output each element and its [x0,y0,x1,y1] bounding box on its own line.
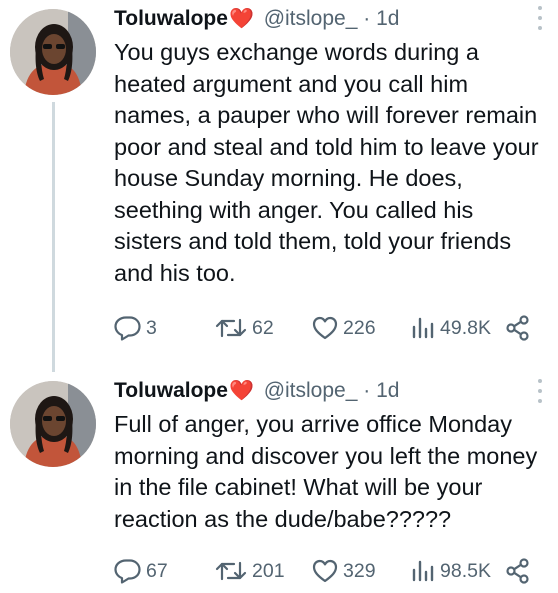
retweet-button[interactable]: 201 [214,556,285,586]
more-options-icon[interactable] [536,6,544,30]
views-button[interactable]: 98.5K [410,556,491,586]
tweet-text: Full of anger, you arrive office Monday … [114,411,538,532]
reply-icon [114,559,141,584]
tweet[interactable]: Toluwalope❤️ @itslope_ · 1d Full of ange… [0,365,558,593]
like-button[interactable]: 329 [311,556,376,586]
avatar[interactable] [10,381,96,467]
share-icon [506,315,529,341]
reply-icon [114,316,141,341]
author-handle[interactable]: @itslope_ [264,7,358,30]
tweet-actions: 67 201 329 98.5K [114,556,534,586]
views-button[interactable]: 49.8K [410,313,491,343]
reply-count: 3 [146,316,157,339]
like-icon [312,559,338,583]
views-icon [412,317,434,339]
separator-dot: · [363,7,371,30]
author-name[interactable]: Toluwalope [114,379,228,402]
retweet-count: 62 [252,316,274,339]
reply-button[interactable]: 3 [114,313,157,343]
views-icon [412,560,434,582]
views-count: 98.5K [440,559,491,582]
tweet[interactable]: Toluwalope❤️ @itslope_ · 1d You guys exc… [0,0,558,372]
tweet-time[interactable]: 1d [376,7,399,30]
thread-connector-line [52,102,55,372]
author-handle[interactable]: @itslope_ [264,379,358,402]
retweet-icon [215,318,247,338]
retweet-button[interactable]: 62 [214,313,274,343]
author-name[interactable]: Toluwalope [114,7,228,30]
share-icon [506,558,529,584]
heart-emoji: ❤️ [228,380,254,402]
tweet-text: You guys exchange words during a heated … [114,39,539,286]
tweet-actions: 3 62 226 49.8K [114,313,534,343]
tweet-time[interactable]: 1d [376,379,399,402]
tweet-header: Toluwalope❤️ @itslope_ · 1d [114,376,399,406]
heart-emoji: ❤️ [228,8,254,30]
retweet-icon [215,561,247,581]
like-count: 226 [343,316,376,339]
reply-button[interactable]: 67 [114,556,168,586]
avatar[interactable] [10,9,96,95]
reply-count: 67 [146,559,168,582]
share-button[interactable] [506,313,530,343]
separator-dot: · [363,379,371,402]
share-button[interactable] [506,556,530,586]
views-count: 49.8K [440,316,491,339]
like-count: 329 [343,559,376,582]
like-button[interactable]: 226 [311,313,376,343]
like-icon [312,316,338,340]
tweet-header: Toluwalope❤️ @itslope_ · 1d [114,4,399,34]
retweet-count: 201 [252,559,285,582]
more-options-icon[interactable] [536,379,544,403]
